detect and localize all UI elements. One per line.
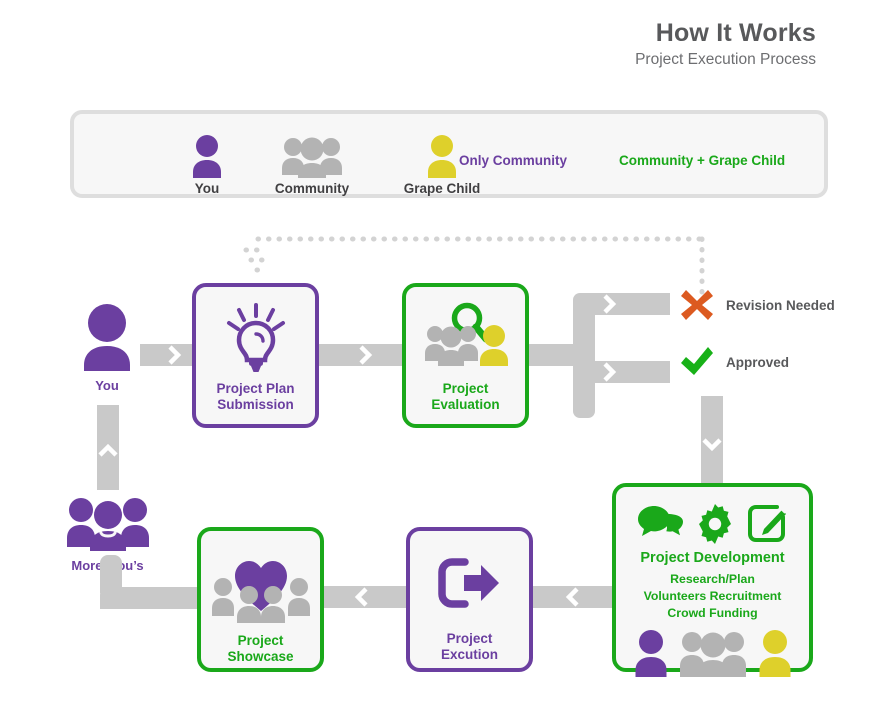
arrow-fork-to-approved: [585, 361, 670, 383]
legend-note-only-community: Only Community: [459, 153, 568, 168]
evaluation-icon-group: [420, 301, 512, 371]
people-group-icon: [262, 132, 362, 178]
development-participants: [630, 629, 796, 677]
arrow-you-to-plan: [140, 344, 196, 366]
actor-label: You: [95, 378, 119, 393]
development-sub-items: Research/Plan Volunteers Recruitment Cro…: [644, 571, 782, 622]
step-card-label: Project Evaluation: [431, 381, 500, 412]
cross-x-icon: [681, 290, 713, 320]
single-person-icon: [479, 325, 508, 366]
outcome-label: Revision Needed: [726, 297, 835, 313]
step-card-label: Project Showcase: [227, 633, 294, 664]
step-card-label: Project Excution: [440, 631, 498, 662]
arrow-excution-to-showcase: [322, 586, 410, 608]
speech-bubbles-icon: [637, 506, 683, 536]
arrow-fork-to-revision: [585, 293, 670, 315]
arrow-approved-to-development: [701, 396, 723, 486]
edit-square-icon: [747, 505, 786, 542]
legend-note-community-plus-grape-child: Community + Grape Child: [619, 153, 786, 168]
step-card-project-evaluation[interactable]: Project Evaluation: [402, 283, 529, 428]
actor-you: You: [62, 303, 152, 393]
outcome-approved: Approved: [679, 345, 789, 379]
step-card-project-excution[interactable]: Project Excution: [406, 527, 533, 672]
single-person-icon: [759, 630, 790, 677]
legend-item-label: Community: [274, 181, 350, 196]
header: How It Works Project Execution Process: [635, 18, 816, 71]
legend-item-label: You: [194, 181, 220, 196]
single-person-icon: [635, 630, 666, 677]
single-person-icon: [167, 132, 247, 178]
legend-item-you: You: [167, 132, 247, 196]
legend-item-label: Grape Child: [403, 181, 481, 196]
arrow-plan-to-evaluation: [317, 344, 407, 366]
connector-showcase-elbow-vertical: [100, 555, 122, 593]
gear-icon: [698, 504, 731, 544]
arrow-more-yous-to-you: [97, 405, 119, 490]
sub-item: Crowd Funding: [667, 606, 758, 620]
people-group-icon: [55, 495, 160, 556]
people-group-icon: [424, 326, 478, 366]
check-mark-icon: [681, 347, 713, 375]
step-card-label: Project Plan Submission: [216, 381, 295, 412]
heart-over-crowd-icon: [209, 547, 313, 623]
exit-arrow-icon: [437, 557, 503, 609]
legend-panel: You Community Grape Child Only Community…: [70, 110, 828, 198]
dotted-arrowhead-icon: [243, 247, 267, 273]
outcome-revision-needed: Revision Needed: [679, 288, 835, 322]
step-card-project-development[interactable]: Project Development Research/Plan Volunt…: [612, 483, 813, 677]
step-card-project-plan-submission[interactable]: Project Plan Submission: [192, 283, 319, 428]
step-card-project-showcase[interactable]: Project Showcase: [197, 527, 324, 672]
sub-item: Volunteers Recruitment: [643, 589, 782, 603]
sub-item: Research/Plan: [670, 572, 755, 586]
single-person-icon: [62, 303, 152, 376]
lightbulb-icon: [226, 301, 286, 373]
people-group-icon: [679, 632, 746, 677]
legend-item-community: Community: [262, 132, 362, 196]
arrow-development-to-excution: [533, 586, 619, 608]
step-card-label: Project Development: [640, 550, 785, 566]
development-icon-group: [637, 504, 789, 544]
page-title: How It Works: [655, 19, 816, 47]
page-subtitle: Project Execution Process: [635, 51, 816, 68]
outcome-label: Approved: [726, 354, 790, 370]
